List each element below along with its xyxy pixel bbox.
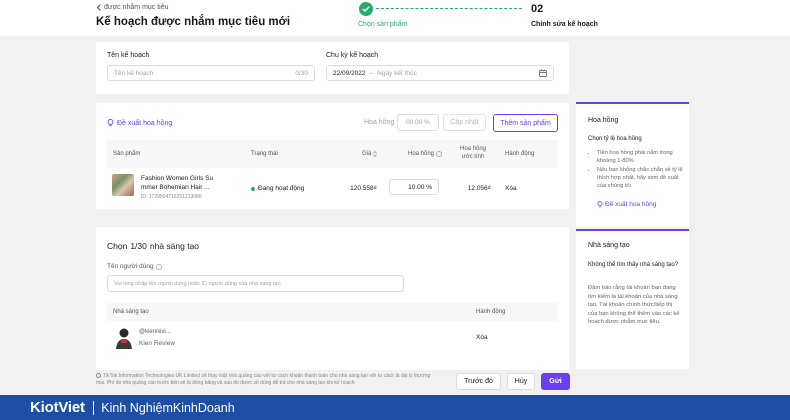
commission-rate-value: 00.00 % — [406, 119, 430, 126]
creators-count: 1/30 — [130, 241, 147, 251]
col-creator-action: Hành động — [476, 309, 506, 315]
step-complete-icon — [359, 2, 373, 16]
suggest-commission-link[interactable]: Đề xuất hoa hồng — [107, 119, 172, 127]
commission-help-title: Hoa hồng — [588, 117, 619, 124]
product-id: ID: 1729504719251213086 — [141, 194, 202, 200]
brand-tagline: Kinh NghiệmKinhDoanh — [101, 400, 235, 415]
brand-bar: KiotViet Kinh NghiệmKinhDoanh — [0, 395, 790, 420]
product-commission-value: 10.00 % — [408, 183, 432, 191]
suggest-commission-label: Đề xuất hoa hồng — [117, 119, 173, 127]
delete-product-link[interactable]: Xóa — [505, 185, 517, 192]
lightbulb-icon — [597, 201, 603, 208]
sidebar-suggest-link[interactable]: Đề xuất hoa hồng — [597, 201, 656, 208]
plan-name-placeholder: Tên kế hoạch — [114, 69, 154, 77]
product-commission-input[interactable]: 10.00 % — [389, 179, 439, 195]
step1-label: Chọn sản phẩm — [358, 21, 408, 28]
plan-cycle-label: Chu kỳ kế hoạch — [326, 52, 379, 59]
col-product: Sản phẩm — [113, 151, 141, 157]
col-commission-est: Hoa hồng ước tính — [459, 146, 487, 160]
col-price-label: Giá — [362, 151, 372, 157]
date-separator: – — [369, 69, 374, 77]
send-button[interactable]: Gửi — [541, 373, 570, 390]
back-link-label: được nhắm mục tiêu — [104, 4, 169, 11]
commission-help-list: Tiền hoa hồng phải nằm trong khoảng 1-80… — [597, 149, 684, 190]
plan-name-input[interactable]: Tên kế hoạch 0/30 — [107, 65, 315, 81]
col-status: Trạng thái — [251, 151, 278, 157]
cancel-button[interactable]: Hủy — [507, 373, 535, 390]
page-title: Kế hoạch được nhắm mục tiêu mới — [96, 16, 291, 28]
col-commission-label: Hoa hồng — [408, 151, 435, 157]
username-search-input[interactable]: Vui lòng nhập tên người dùng hoặc ID ngư… — [107, 275, 404, 292]
step-progress-line — [376, 8, 522, 9]
payment-disclaimer: TikTok Information Technologies UK Limit… — [96, 373, 441, 387]
step2-label: Chỉnh sửa kế hoạch — [531, 21, 598, 28]
table-row: Fashion Women Girls Su mmer Bohemian Hai… — [107, 168, 558, 208]
kiotviet-logo: KiotViet — [30, 399, 85, 416]
sidebar-suggest-label: Đề xuất hoa hồng — [605, 201, 657, 208]
end-date-placeholder: Ngày kết thúc — [377, 69, 417, 77]
info-icon — [155, 263, 162, 270]
product-thumbnail — [112, 174, 134, 196]
col-action: Hành động — [505, 151, 535, 157]
product-price: 120.558₫ — [350, 185, 377, 192]
avatar — [115, 327, 133, 349]
creator-help-card: Nhà sáng tạo Không thể tìm thấy nhà sáng… — [576, 229, 689, 369]
info-icon — [96, 373, 101, 379]
brand-divider — [92, 400, 95, 415]
creator-name: Kien Review — [139, 340, 176, 347]
plan-name-label: Tên kế hoạch — [107, 52, 150, 59]
product-name-line1[interactable]: Fashion Women Girls Su — [141, 175, 213, 182]
creator-help-title: Nhà sáng tạo — [588, 242, 630, 249]
plan-details-card: Tên kế hoạch Tên kế hoạch 0/30 Chu kỳ kế… — [96, 42, 569, 94]
plan-cycle-date-range[interactable]: 22/09/2022 – Ngày kết thúc — [326, 65, 554, 81]
add-product-button[interactable]: Thêm sản phẩm — [493, 114, 558, 132]
col-price[interactable]: Giá — [362, 151, 378, 157]
username-label-text: Tên người dùng — [107, 263, 154, 270]
calendar-icon[interactable] — [539, 69, 547, 77]
creator-help-body: Đảm bảo rằng tài khoản bạn đang tìm kiếm… — [588, 285, 680, 325]
col-commission: Hoa hồng — [408, 151, 442, 157]
col-creator: Nhà sáng tạo — [113, 309, 149, 315]
back-link[interactable]: được nhắm mục tiêu — [96, 4, 169, 11]
status-badge: Đang hoạt động — [251, 185, 304, 192]
creator-help-subtitle: Không thể tìm thấy nhà sáng tạo? — [588, 262, 679, 268]
creators-card: Chọn 1/30 nhà sáng tạo Tên người dùng Vu… — [96, 227, 569, 370]
top-bar: được nhắm mục tiêu Kế hoạch được nhắm mụ… — [0, 0, 790, 36]
products-card: Đề xuất hoa hồng Hoa hồng 00.00 % Cập nh… — [96, 103, 569, 209]
start-date-value: 22/09/2022 — [333, 69, 366, 77]
payment-disclaimer-text: TikTok Information Technologies UK Limit… — [96, 373, 431, 386]
creator-handle: @kienrevi... — [139, 329, 171, 335]
username-search-placeholder: Vui lòng nhập tên người dùng hoặc ID ngư… — [114, 280, 281, 287]
creators-heading-suffix: nhà sáng tạo — [149, 241, 200, 251]
creators-heading: Chọn 1/30 nhà sáng tạo — [107, 241, 199, 251]
status-text: Đang hoạt động — [258, 185, 305, 192]
commission-help-bullet: Nếu bạn không chắc chắn về tỷ lệ thích h… — [597, 166, 684, 191]
commission-rate-input[interactable]: 00.00 % — [397, 114, 439, 131]
step2-number: 02 — [531, 3, 544, 15]
lightbulb-icon — [107, 119, 114, 127]
commission-rate-label: Hoa hồng — [364, 119, 395, 126]
product-commission-est: 12.056₫ — [467, 185, 491, 192]
product-name-line2[interactable]: mmer Bohemian Hair ... — [141, 184, 210, 191]
commission-help-bullet: Tiền hoa hồng phải nằm trong khoảng 1-80… — [597, 149, 684, 166]
info-icon — [436, 151, 442, 157]
commission-help-subtitle: Chọn tỷ lệ hoa hồng — [588, 136, 642, 142]
creators-heading-prefix: Chọn — [107, 241, 128, 251]
sort-icon — [373, 151, 378, 157]
chevron-left-icon — [96, 4, 102, 11]
plan-name-counter: 0/30 — [295, 69, 308, 77]
commission-help-card: Hoa hồng Chọn tỷ lệ hoa hồng Tiền hoa hồ… — [576, 102, 689, 227]
username-label: Tên người dùng — [107, 263, 162, 270]
previous-button[interactable]: Trước đó — [456, 373, 501, 390]
update-button[interactable]: Cập nhật — [443, 114, 486, 131]
delete-creator-link[interactable]: Xóa — [476, 334, 488, 341]
table-row: @kienrevi... Kien Review Xóa — [107, 322, 558, 356]
status-dot-icon — [251, 186, 255, 191]
